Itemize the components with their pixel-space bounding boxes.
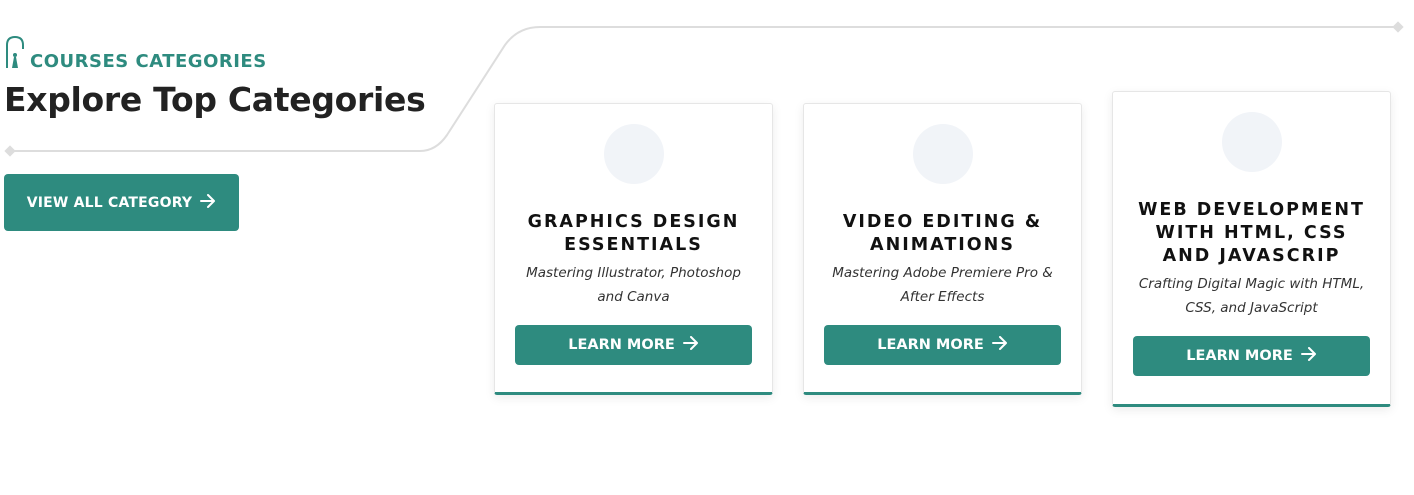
view-all-category-button[interactable]: VIEW ALL CATEGORY <box>4 174 239 231</box>
categories-section: COURSES CATEGORIES Explore Top Categorie… <box>0 0 1414 495</box>
card-subtitle: Mastering Adobe Premiere Pro & After Eff… <box>832 265 1053 305</box>
card-title: WEB DEVELOPMENT WITH HTML, CSS AND JAVAS… <box>1138 200 1365 266</box>
learn-more-label: LEARN MORE <box>568 337 675 353</box>
card-title: VIDEO EDITING & ANIMATIONS <box>842 212 1043 255</box>
category-icon-placeholder <box>912 124 973 184</box>
learn-more-button[interactable]: LEARN MORE <box>515 325 752 365</box>
section-eyebrow: COURSES CATEGORIES <box>4 35 267 73</box>
card-subtitle: Mastering Illustrator, Photoshop and Can… <box>526 265 741 305</box>
arrow-right-icon <box>991 336 1008 354</box>
category-card-web-development: WEB DEVELOPMENT WITH HTML, CSS AND JAVAS… <box>1112 91 1391 407</box>
learn-more-label: LEARN MORE <box>877 337 984 353</box>
card-subtitle: Crafting Digital Magic with HTML, CSS, a… <box>1138 276 1365 316</box>
section-title: Explore Top Categories <box>4 80 426 119</box>
category-card-video-editing: VIDEO EDITING & ANIMATIONS Mastering Ado… <box>803 103 1082 395</box>
learn-more-button[interactable]: LEARN MORE <box>1133 336 1370 376</box>
arrow-right-icon <box>200 193 216 212</box>
arrow-right-icon <box>682 336 699 354</box>
arrow-right-icon <box>1300 347 1317 365</box>
graduation-icon <box>4 35 26 73</box>
category-icon-placeholder <box>603 124 664 184</box>
eyebrow-label: COURSES CATEGORIES <box>30 51 267 72</box>
category-icon-placeholder <box>1221 112 1282 172</box>
card-title: GRAPHICS DESIGN ESSENTIALS <box>527 212 740 255</box>
learn-more-label: LEARN MORE <box>1186 348 1293 364</box>
view-all-category-label: VIEW ALL CATEGORY <box>26 194 193 211</box>
category-card-graphics-design: GRAPHICS DESIGN ESSENTIALS Mastering Ill… <box>494 103 773 395</box>
learn-more-button[interactable]: LEARN MORE <box>824 325 1061 365</box>
